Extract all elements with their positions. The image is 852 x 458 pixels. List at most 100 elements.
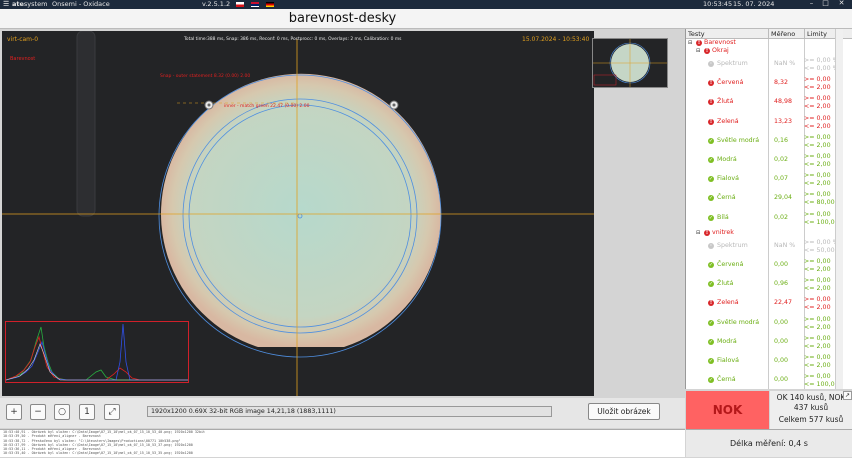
fullscreen-button[interactable]: ⤢ xyxy=(104,404,120,420)
tree-item-limit-min: >= 0,00 xyxy=(804,153,831,160)
tree-item[interactable]: · Spektrum NaN % >= 0,00 % <= 50,00 % xyxy=(686,238,852,257)
timing-stats: Total time:388 ms, Snap: 386 ms, Reconf:… xyxy=(184,37,402,42)
tree-item-label: Spektrum xyxy=(717,241,748,249)
tree-item-limit-min: >= 0,00 xyxy=(804,296,831,304)
tree-item[interactable]: ✓ Černá 0,00 >= 0,00 <= 100,00 xyxy=(686,372,852,389)
tree-item-limit-max: <= 2,00 xyxy=(804,180,831,188)
not-available-icon: · xyxy=(708,61,714,67)
check-icon: ✓ xyxy=(708,338,714,345)
tree-scrollbar[interactable] xyxy=(835,29,843,389)
camera-timestamp: 15.07.2024 - 10:53:40 xyxy=(522,36,590,43)
col-header-measured[interactable]: Měřeno xyxy=(768,29,804,39)
tree-item[interactable]: ✓ Světle modrá 0,16 >= 0,00 <= 2,00 xyxy=(686,133,852,152)
tree-item-label: Modrá xyxy=(717,156,737,163)
tree-item-label: Bílá xyxy=(717,213,729,221)
tree-item-limit-min: >= 0,00 xyxy=(804,354,831,361)
tree-group[interactable]: ⊟! Okraj xyxy=(686,47,852,56)
check-icon: ✓ xyxy=(708,157,714,163)
tree-item-limit-min: >= 0,00 xyxy=(804,258,831,265)
tree-item-value: 29,04 xyxy=(774,194,793,202)
tree-item-limit-max: <= 100,00 xyxy=(804,381,839,389)
zoom-fit-button[interactable]: ○ xyxy=(54,404,70,420)
inner-annotation: inner - match green 22.47 (0.00) 2.00 xyxy=(224,104,310,109)
tree-item[interactable]: ✓ Červená 0,00 >= 0,00 <= 2,00 xyxy=(686,257,852,276)
error-icon: ! xyxy=(708,99,714,106)
error-icon: ! xyxy=(696,40,702,46)
thumbnail-preview[interactable] xyxy=(592,38,668,88)
col-header-limits[interactable]: Limity xyxy=(804,29,852,39)
check-icon: ✓ xyxy=(708,214,714,221)
tree-item[interactable]: ! Červená 8,32 >= 0,00 <= 2,00 xyxy=(686,75,852,94)
tree-item[interactable]: ! Žlutá 48,98 >= 0,00 <= 2,00 xyxy=(686,94,852,113)
tree-item-limit-min: >= 0,00 xyxy=(804,210,831,218)
close-button[interactable]: ✕ xyxy=(838,0,845,7)
tree-item-limit-min: >= 0,00 xyxy=(804,191,831,199)
not-available-icon: · xyxy=(708,242,714,249)
minimize-button[interactable]: – xyxy=(808,0,815,7)
tree-group[interactable]: ⊟! vnitrek xyxy=(686,229,852,238)
save-image-button[interactable]: Uložit obrázek xyxy=(588,403,660,420)
col-header-tests[interactable]: Testy xyxy=(686,29,768,39)
maximize-button[interactable]: □ xyxy=(822,0,829,7)
app-title: Onsemi - Oxidace xyxy=(52,0,110,8)
tree-item-limit-min: >= 0,00 xyxy=(804,172,831,180)
de-flag-icon[interactable] xyxy=(266,2,274,7)
zoom-out-button[interactable]: − xyxy=(30,404,46,420)
check-icon: ✓ xyxy=(708,281,714,288)
tree-item[interactable]: ✓ Modrá 0,00 >= 0,00 <= 2,00 xyxy=(686,334,852,353)
total-count: Celkem 577 kusů xyxy=(778,415,844,424)
tree-item-value: 0,00 xyxy=(774,261,789,268)
tree-item-label: Fialová xyxy=(717,357,739,364)
tree-item[interactable]: ✓ Černá 29,04 >= 0,00 <= 80,00 xyxy=(686,190,852,209)
tree-item-limit-max: <= 2,00 xyxy=(804,141,831,149)
tree-item-limit-max: <= 2,00 xyxy=(804,362,831,369)
tree-item[interactable]: ✓ Fialová 0,07 >= 0,00 <= 2,00 xyxy=(686,171,852,190)
tree-item-limit-max: <= 2,00 xyxy=(804,323,831,331)
tree-item-value: 0,07 xyxy=(774,175,789,183)
tree-item-label: Světle modrá xyxy=(717,136,760,144)
page-title: barevnost-desky xyxy=(288,11,397,26)
tree-item[interactable]: ✓ Světle modrá 0,00 >= 0,00 <= 2,00 xyxy=(686,315,852,334)
tree-item-value: 0,02 xyxy=(774,213,789,221)
check-icon: ✓ xyxy=(708,195,714,202)
czech-flag-icon[interactable] xyxy=(236,2,244,7)
result-status-badge: NOK xyxy=(686,391,769,429)
export-icon[interactable]: ↗ xyxy=(843,391,852,400)
hamburger-icon[interactable]: ☰ xyxy=(3,0,9,9)
tree-root-label: Barevnost xyxy=(704,39,736,46)
version-label: v.2.5.1.2 xyxy=(202,0,231,8)
log-panel[interactable]: 10:53:40,91 - Obrázek byl uložen: C:\Dat… xyxy=(0,429,685,457)
tree-item-value: 0,16 xyxy=(774,136,789,144)
collapse-icon[interactable]: ⊟ xyxy=(688,40,692,46)
tree-item[interactable]: ✓ Fialová 0,00 >= 0,00 <= 2,00 xyxy=(686,353,852,372)
clock-time: 10:53:45 xyxy=(703,0,733,8)
camera-view[interactable]: virt-cam-0 Total time:388 ms, Snap: 386 … xyxy=(2,31,594,396)
uk-flag-icon[interactable] xyxy=(251,2,259,7)
tree-item[interactable]: · Spektrum NaN % >= 0,00 % <= 0,00 % xyxy=(686,56,852,75)
image-toolbar: + − ○ 1 ⤢ 1920x1200 0.69X 32-bit RGB ima… xyxy=(0,398,685,428)
zoom-reset-button[interactable]: 1 xyxy=(79,404,95,420)
tree-item-limit-max: <= 100,00 xyxy=(804,218,839,226)
check-icon: ✓ xyxy=(708,358,714,364)
tree-item-value: 0,00 xyxy=(774,337,789,345)
collapse-icon[interactable]: ⊟ xyxy=(696,48,700,54)
outer-annotation: Snap - outer statement 8.32 (0.00) 2.00 xyxy=(160,74,251,79)
check-icon: ✓ xyxy=(708,262,714,268)
tree-item-label: Modrá xyxy=(717,337,737,345)
check-icon: ✓ xyxy=(708,137,714,144)
tree-item[interactable]: ✓ Modrá 0,02 >= 0,00 <= 2,00 xyxy=(686,152,852,171)
clock-date: 15. 07. 2024 xyxy=(733,0,775,8)
zoom-in-button[interactable]: + xyxy=(6,404,22,420)
tree-item-value: 0,00 xyxy=(774,318,789,326)
tree-item-limit-max: <= 80,00 xyxy=(804,199,835,207)
header-bar: barevnost-desky xyxy=(0,9,852,29)
collapse-icon[interactable]: ⊟ xyxy=(696,230,700,236)
brand-logo: atesystem xyxy=(12,0,48,8)
counts-panel: OK 140 kusů, NOK 437 kusů Celkem 577 kus… xyxy=(770,391,852,429)
tree-item[interactable]: ! Zelená 13,23 >= 0,00 <= 2,00 xyxy=(686,114,852,133)
error-icon: ! xyxy=(704,48,710,54)
tree-item[interactable]: ✓ Bílá 0,02 >= 0,00 <= 100,00 xyxy=(686,210,852,229)
tree-item[interactable]: ✓ Žlutá 0,96 >= 0,00 <= 2,00 xyxy=(686,276,852,295)
tree-item-limit-max: <= 2,00 xyxy=(804,266,831,273)
tree-item[interactable]: ! Zelená 22,47 >= 0,00 <= 2,00 xyxy=(686,295,852,314)
